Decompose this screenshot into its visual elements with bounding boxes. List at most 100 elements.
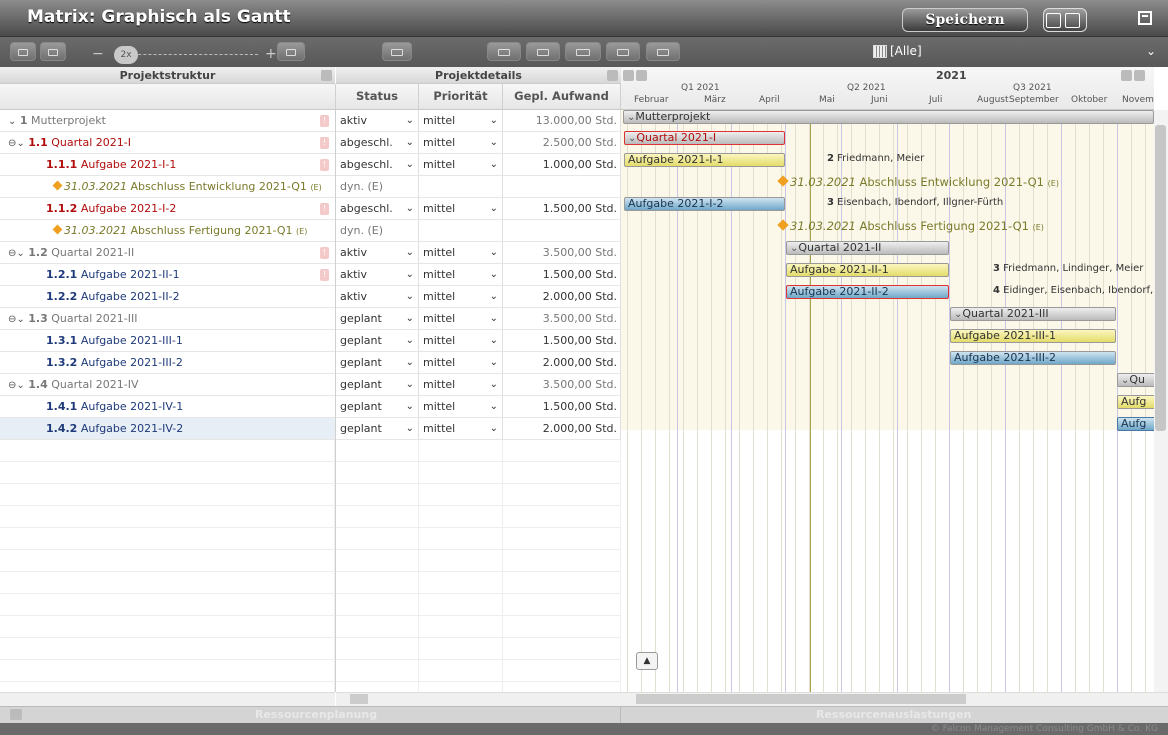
priority-select[interactable]: mittel ⌄ <box>419 330 503 352</box>
chevron-down-icon[interactable]: ⊖⌄ <box>8 243 25 263</box>
timeline-right-end-icon[interactable] <box>1134 70 1145 81</box>
save-button[interactable]: Speichern <box>902 8 1028 32</box>
scroll-to-start-button[interactable] <box>487 42 521 61</box>
maximize-icon[interactable] <box>1138 11 1152 25</box>
filter-icon[interactable] <box>873 45 887 58</box>
redo-button[interactable] <box>40 42 66 61</box>
scroll-up-button[interactable]: ▲ <box>636 652 658 670</box>
chevron-down-icon[interactable]: ⊖⌄ <box>8 133 25 153</box>
priority-select[interactable]: mittel ⌄ <box>419 110 503 132</box>
priority-select[interactable]: mittel ⌄ <box>419 352 503 374</box>
collapse-details-icon[interactable] <box>607 70 618 81</box>
print-button[interactable] <box>1043 8 1087 32</box>
gantt-bar-aufgabe-111[interactable]: Aufgabe 2021-I-1 <box>624 153 785 167</box>
tree-row[interactable]: ⊖⌄ 1.2 Quartal 2021-II ! <box>0 242 335 264</box>
status-select[interactable]: geplant ⌄ <box>336 330 419 352</box>
effort-input[interactable]: 2.000,00 Std. <box>503 418 621 440</box>
gantt-bar-aufgabe-142[interactable]: Aufg <box>1117 417 1154 431</box>
status-select[interactable]: aktiv ⌄ <box>336 286 419 308</box>
gantt-bar-aufgabe-141[interactable]: Aufg <box>1117 395 1154 409</box>
tree-row[interactable]: ⊖⌄ 1.1 Quartal 2021-I ! <box>0 132 335 154</box>
tree-row[interactable]: 1.1.2 Aufgabe 2021-I-2 ! <box>0 198 335 220</box>
details-hscrollbar-thumb[interactable] <box>350 694 368 704</box>
priority-select[interactable]: mittel ⌄ <box>419 396 503 418</box>
status-column-header[interactable]: Status <box>336 84 419 110</box>
collapse-structure-icon[interactable] <box>321 70 332 81</box>
zoom-in-icon[interactable]: + <box>265 46 277 62</box>
status-select[interactable]: geplant ⌄ <box>336 418 419 440</box>
chevron-down-icon[interactable]: ⌄ <box>8 111 16 131</box>
milestone-row[interactable]: 31.03.2021 Abschluss Fertigung 2021-Q1 (… <box>0 220 335 242</box>
tree-row[interactable]: 1.2.2 Aufgabe 2021-II-2 <box>0 286 335 308</box>
tree-row[interactable]: 1.2.1 Aufgabe 2021-II-1 ! <box>0 264 335 286</box>
gantt-milestone[interactable]: 31.03.2021 Abschluss Entwicklung 2021-Q1… <box>777 175 1059 189</box>
status-select[interactable]: geplant ⌄ <box>336 396 419 418</box>
effort-input[interactable]: 1.500,00 Std. <box>503 198 621 220</box>
status-select[interactable]: abgeschl. ⌄ <box>336 198 419 220</box>
status-select[interactable]: aktiv ⌄ <box>336 110 419 132</box>
effort-input[interactable]: 1.500,00 Std. <box>503 264 621 286</box>
priority-select[interactable]: mittel ⌄ <box>419 154 503 176</box>
effort-column-header[interactable]: Gepl. Aufwand <box>503 84 621 110</box>
gantt-bar-quartal-1[interactable]: ⌄Quartal 2021-I <box>624 131 785 145</box>
show-today-button[interactable] <box>606 42 640 61</box>
gantt-milestone[interactable]: 31.03.2021 Abschluss Fertigung 2021-Q1 (… <box>777 219 1044 233</box>
gantt-bar-mutterprojekt[interactable]: ⌄Mutterprojekt <box>623 110 1154 124</box>
details-hscrollbar[interactable] <box>336 692 621 706</box>
priority-select[interactable]: mittel ⌄ <box>419 264 503 286</box>
gantt-bar-aufgabe-131[interactable]: Aufgabe 2021-III-1 <box>950 329 1116 343</box>
vertical-scrollbar-thumb[interactable] <box>1155 125 1166 431</box>
zoom-slider-knob[interactable]: 2x <box>114 46 138 64</box>
effort-input[interactable]: 2.000,00 Std. <box>503 286 621 308</box>
expand-button[interactable] <box>526 42 560 61</box>
resource-planning-tab[interactable]: Ressourcenplanung <box>255 708 377 721</box>
status-select[interactable]: abgeschl. ⌄ <box>336 132 419 154</box>
gantt-bar-aufgabe-121[interactable]: Aufgabe 2021-II-1 <box>786 263 949 277</box>
status-select[interactable]: geplant ⌄ <box>336 352 419 374</box>
priority-select[interactable]: mittel ⌄ <box>419 132 503 154</box>
effort-input[interactable]: 1.500,00 Std. <box>503 396 621 418</box>
gantt-bar-quartal-2[interactable]: ⌄Quartal 2021-II <box>786 241 949 255</box>
tree-row[interactable]: 1.4.1 Aufgabe 2021-IV-1 <box>0 396 335 418</box>
resource-utilization-tab[interactable]: Ressourcenauslastungen <box>816 708 971 721</box>
priority-select[interactable]: mittel ⌄ <box>419 198 503 220</box>
fit-width-button[interactable] <box>277 42 305 61</box>
gantt-bar-quartal-4[interactable]: ⌄Qu <box>1117 373 1154 387</box>
effort-input[interactable]: 1.000,00 Std. <box>503 154 621 176</box>
chevron-down-icon[interactable]: ⊖⌄ <box>8 375 25 395</box>
tree-row[interactable]: 1.3.2 Aufgabe 2021-III-2 <box>0 352 335 374</box>
tree-row-selected[interactable]: 1.4.2 Aufgabe 2021-IV-2 <box>0 418 335 440</box>
zoom-out-icon[interactable]: − <box>92 46 104 62</box>
structure-hscrollbar[interactable] <box>0 692 335 706</box>
collapse-button[interactable] <box>565 42 601 61</box>
priority-select[interactable]: mittel ⌄ <box>419 308 503 330</box>
tree-row[interactable]: 1.1.1 Aufgabe 2021-I-1 ! <box>0 154 335 176</box>
priority-select[interactable]: mittel ⌄ <box>419 374 503 396</box>
scroll-to-end-button[interactable] <box>646 42 680 61</box>
gantt-hscrollbar-thumb[interactable] <box>636 694 966 704</box>
status-select[interactable]: aktiv ⌄ <box>336 242 419 264</box>
effort-input[interactable]: 1.500,00 Std. <box>503 330 621 352</box>
zoom-slider-track[interactable] <box>118 54 258 55</box>
timeline-right-icon[interactable] <box>636 70 647 81</box>
status-select[interactable]: aktiv ⌄ <box>336 264 419 286</box>
gantt-bar-quartal-3[interactable]: ⌄Quartal 2021-III <box>950 307 1116 321</box>
undo-button[interactable] <box>10 42 36 61</box>
gantt-bar-aufgabe-132[interactable]: Aufgabe 2021-III-2 <box>950 351 1116 365</box>
status-select[interactable]: geplant ⌄ <box>336 308 419 330</box>
priority-select[interactable]: mittel ⌄ <box>419 286 503 308</box>
gantt-bar-aufgabe-112[interactable]: Aufgabe 2021-I-2 <box>624 197 785 211</box>
tree-row[interactable]: ⌄ 1 Mutterprojekt ! <box>0 110 335 132</box>
priority-select[interactable]: mittel ⌄ <box>419 242 503 264</box>
footer-collapse-icon[interactable] <box>10 709 22 720</box>
tree-row[interactable]: ⊖⌄ 1.4 Quartal 2021-IV <box>0 374 335 396</box>
filter-select[interactable]: [Alle] <box>890 40 1150 62</box>
timeline-left-icon[interactable] <box>623 70 634 81</box>
timeline-left-end-icon[interactable] <box>1121 70 1132 81</box>
chevron-down-icon[interactable]: ⌄ <box>1146 40 1156 62</box>
tree-row[interactable]: ⊖⌄ 1.3 Quartal 2021-III <box>0 308 335 330</box>
tree-row[interactable]: 1.3.1 Aufgabe 2021-III-1 <box>0 330 335 352</box>
priority-column-header[interactable]: Priorität <box>419 84 503 110</box>
gantt-chart[interactable]: ⌄Mutterprojekt ⌄Quartal 2021-I Aufgabe 2… <box>621 110 1154 692</box>
gantt-bar-aufgabe-122[interactable]: Aufgabe 2021-II-2 <box>786 285 949 299</box>
